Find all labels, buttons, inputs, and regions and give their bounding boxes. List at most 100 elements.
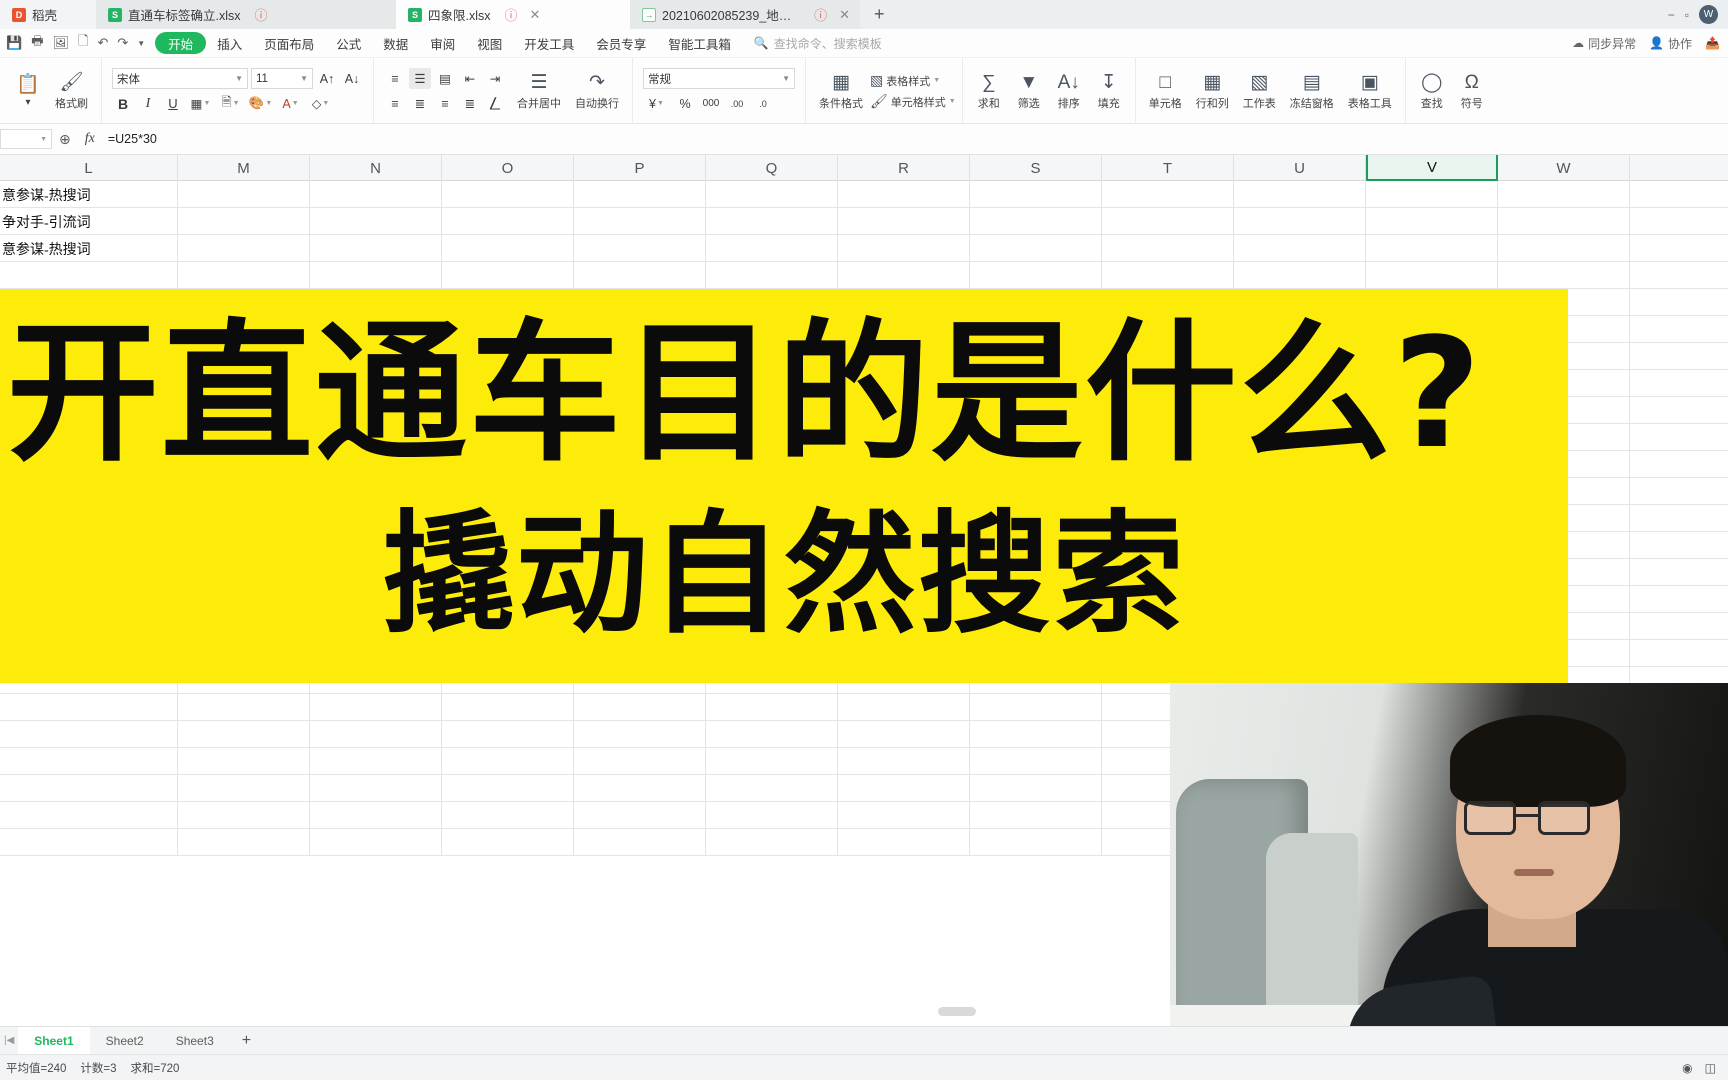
grid-cell-p-1[interactable] (574, 181, 706, 208)
align-right-button[interactable]: ≡ (434, 93, 456, 114)
grid-cell-o-21[interactable] (442, 721, 574, 748)
grid-cell-l-25[interactable] (0, 829, 178, 856)
tab-diyu-csv[interactable]: → 20210602085239_地域.csv ⓘ ✕ (630, 0, 860, 29)
grid-cell-r-23[interactable] (838, 775, 970, 802)
save-icon[interactable]: 💾 (6, 35, 22, 51)
menu-item-review[interactable]: 审阅 (419, 32, 466, 54)
grid-cell-r-2[interactable] (838, 208, 970, 235)
grid-cell-n-20[interactable] (310, 694, 442, 721)
grid-cell-n-2[interactable] (310, 208, 442, 235)
column-header-t[interactable]: T (1102, 155, 1234, 181)
column-header-q[interactable]: Q (706, 155, 838, 181)
grid-cell-q-21[interactable] (706, 721, 838, 748)
find-button[interactable]: ◯ 查找 (1412, 72, 1452, 111)
cell-style-menu-button[interactable]: 🖌 单元格样式 ▼ (870, 93, 956, 110)
horizontal-scrollbar[interactable] (938, 1007, 976, 1016)
column-header-v[interactable]: V (1366, 155, 1498, 181)
italic-button[interactable]: I (137, 93, 159, 114)
grid-cell-l-24[interactable] (0, 802, 178, 829)
decrease-font-size-button[interactable]: A↓ (341, 68, 363, 89)
paste-button[interactable]: 📋 ▾ (8, 74, 48, 108)
number-format-select[interactable]: 常规 ▼ (643, 68, 795, 89)
grid-cell-u-4[interactable] (1234, 262, 1366, 289)
rows-cols-button[interactable]: ▦ 行和列 (1189, 72, 1236, 111)
share-button[interactable]: 📤 (1705, 36, 1720, 50)
grid-cell-m-25[interactable] (178, 829, 310, 856)
grid-cell-r-1[interactable] (838, 181, 970, 208)
grid-cell-o-4[interactable] (442, 262, 574, 289)
align-center-button[interactable]: ≣ (409, 93, 431, 114)
grid-cell-t-2[interactable] (1102, 208, 1234, 235)
grid-cell-p-22[interactable] (574, 748, 706, 775)
currency-format-button[interactable]: ¥ ▼ (643, 93, 670, 114)
grid-cell-w-4[interactable] (1498, 262, 1630, 289)
zoom-icon[interactable]: ⊕ (52, 131, 78, 148)
column-header-p[interactable]: P (574, 155, 706, 181)
font-size-select[interactable]: 11 ▼ (251, 68, 313, 89)
cells-button[interactable]: □ 单元格 (1142, 72, 1189, 111)
tab-zhitongche[interactable]: S 直通车标签确立.xlsx ⓘ (96, 0, 396, 29)
symbol-button[interactable]: Ω 符号 (1452, 72, 1492, 111)
grid-cell-s-21[interactable] (970, 721, 1102, 748)
grid-cell-t-1[interactable] (1102, 181, 1234, 208)
name-box[interactable]: ▼ (0, 129, 52, 149)
grid-cell-n-3[interactable] (310, 235, 442, 262)
increase-indent-button[interactable]: ⇥ (484, 68, 506, 89)
sheet-tab-sheet2[interactable]: Sheet2 (90, 1027, 160, 1055)
grid-cell-n-25[interactable] (310, 829, 442, 856)
nav-first-sheet-button[interactable]: |◀ (0, 1035, 18, 1046)
grid-cell-r-3[interactable] (838, 235, 970, 262)
bold-button[interactable]: B (112, 93, 134, 114)
grid-cell-q-3[interactable] (706, 235, 838, 262)
fill-button[interactable]: ↧ 填充 (1089, 72, 1129, 111)
increase-decimal-button[interactable]: .00 (726, 93, 748, 114)
wrap-text-button[interactable]: ↷ 自动换行 (568, 72, 626, 111)
grid-cell-t-3[interactable] (1102, 235, 1234, 262)
grid-cell-m-20[interactable] (178, 694, 310, 721)
new-icon[interactable]: 🗋 (78, 32, 88, 54)
grid-cell-s-25[interactable] (970, 829, 1102, 856)
menu-item-page-layout[interactable]: 页面布局 (253, 32, 325, 54)
tab-siXiangXian[interactable]: S 四象限.xlsx ⓘ ✕ (396, 0, 630, 29)
underline-button[interactable]: U (162, 93, 184, 114)
table-tools-button[interactable]: ▣ 表格工具 (1341, 72, 1399, 111)
grid-cell-n-1[interactable] (310, 181, 442, 208)
grid-cell-o-1[interactable] (442, 181, 574, 208)
filter-button[interactable]: ▼ 筛选 (1009, 72, 1049, 111)
grid-cell-o-2[interactable] (442, 208, 574, 235)
borders-button[interactable]: ▦ ▼ (187, 93, 214, 114)
grid-cell-s-4[interactable] (970, 262, 1102, 289)
menu-item-start[interactable]: 开始 (155, 32, 207, 54)
minimize-icon[interactable]: − (1668, 8, 1675, 22)
grid-cell-v-2[interactable] (1366, 208, 1498, 235)
normal-view-icon[interactable]: ◉ (1682, 1061, 1692, 1075)
grid-cell-l-2[interactable]: 争对手-引流词 (0, 208, 178, 235)
grid-cell-r-22[interactable] (838, 748, 970, 775)
grid-cell-m-22[interactable] (178, 748, 310, 775)
grid-cell-u-1[interactable] (1234, 181, 1366, 208)
redo-icon[interactable]: ↷ (117, 35, 128, 51)
sum-button[interactable]: ∑ 求和 (969, 72, 1009, 111)
freeze-panes-button[interactable]: ▤ 冻结窗格 (1283, 72, 1341, 111)
menu-item-smart-toolbox[interactable]: 智能工具箱 (657, 32, 742, 54)
grid-cell-s-2[interactable] (970, 208, 1102, 235)
grid-cell-m-2[interactable] (178, 208, 310, 235)
decrease-decimal-button[interactable]: .0 (752, 93, 774, 114)
grid-cell-o-24[interactable] (442, 802, 574, 829)
align-middle-button[interactable]: ☰ (409, 68, 431, 89)
grid-cell-p-3[interactable] (574, 235, 706, 262)
grid-cell-s-20[interactable] (970, 694, 1102, 721)
add-sheet-button[interactable]: + (230, 1032, 263, 1050)
sheet-tab-sheet3[interactable]: Sheet3 (160, 1027, 230, 1055)
grid-cell-l-21[interactable] (0, 721, 178, 748)
grid-cell-p-4[interactable] (574, 262, 706, 289)
column-header-w[interactable]: W (1498, 155, 1630, 181)
sort-button[interactable]: A↓ 排序 (1049, 72, 1089, 111)
command-search[interactable]: 🔍 查找命令、搜索模板 (754, 35, 882, 52)
sync-status[interactable]: ☁ 同步异常 (1572, 35, 1636, 52)
grid-cell-l-4[interactable] (0, 262, 178, 289)
undo-icon[interactable]: ↶ (97, 35, 108, 51)
orientation-button[interactable]: ⎳ (484, 93, 506, 114)
grid-cell-l-22[interactable] (0, 748, 178, 775)
grid-cell-v-4[interactable] (1366, 262, 1498, 289)
